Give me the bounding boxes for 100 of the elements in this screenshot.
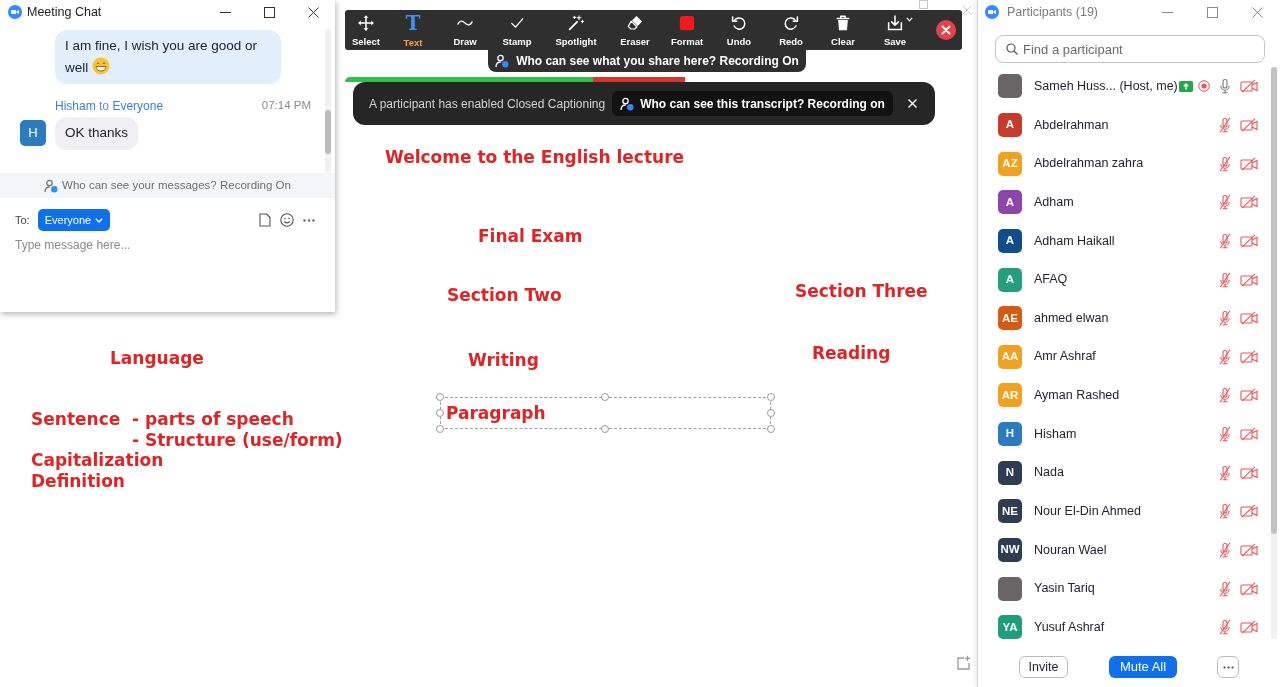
message-text: OK thanks (65, 124, 129, 143)
resize-handle[interactable] (601, 393, 609, 401)
move-arrows-icon (357, 14, 375, 32)
mic-muted-icon[interactable] (1217, 310, 1233, 327)
mic-muted-icon[interactable] (1217, 580, 1233, 597)
smiley-icon[interactable] (280, 213, 294, 227)
camera-off-icon[interactable] (1240, 504, 1258, 519)
footer-button[interactable]: Invite (1019, 656, 1068, 678)
avatar: A (998, 112, 1022, 137)
participant-name: AFAQ (1034, 271, 1068, 289)
mic-muted-icon[interactable] (1217, 426, 1233, 443)
camera-off-icon[interactable] (1240, 620, 1258, 635)
whiteboard-text: Definition (31, 471, 125, 491)
file-icon[interactable] (259, 213, 271, 227)
camera-off-icon[interactable] (1240, 233, 1258, 248)
mic-muted-icon[interactable] (1217, 116, 1233, 133)
more-icon (1222, 665, 1234, 669)
camera-off-icon[interactable] (1240, 427, 1258, 442)
maximize-icon[interactable] (263, 6, 275, 18)
camera-off-icon[interactable] (1240, 543, 1258, 557)
whiteboard-text: Sentence - parts of speech (31, 409, 294, 429)
message-header: Hisham to Everyone (55, 98, 164, 115)
toolbar-button[interactable]: Stamp (491, 10, 543, 50)
camera-off-icon[interactable] (1240, 465, 1258, 480)
mic-muted-icon[interactable] (1217, 271, 1233, 288)
mic-muted-icon[interactable] (1217, 464, 1233, 481)
participant-name: Adham (1034, 193, 1074, 211)
participant-name: Nour El-Din Ahmed (1034, 503, 1141, 520)
participant-name: Amr Ashraf (1034, 348, 1096, 366)
mic-muted-icon[interactable] (1217, 387, 1233, 404)
person-dot-icon (44, 178, 59, 193)
avatar: A (998, 228, 1022, 253)
participant-name: Yusuf Ashraf (1034, 618, 1105, 636)
participant-name: Abdelrahman zahra (1034, 155, 1144, 173)
toolbar-button[interactable]: Format (661, 10, 713, 50)
whiteboard-text: - Structure (use/form) (132, 430, 343, 450)
avatar: NE (998, 499, 1022, 524)
toolbar-button[interactable]: Save (869, 10, 921, 50)
toolbar-button[interactable]: Select (345, 10, 387, 50)
mic-muted-icon[interactable] (1217, 503, 1233, 520)
whiteboard-text: Final Exam (478, 226, 583, 246)
camera-off-icon[interactable] (1240, 311, 1258, 326)
window-title: Meeting Chat (27, 3, 102, 21)
participant-name: Nada (1034, 464, 1064, 482)
message-input[interactable]: Type message here... (15, 235, 315, 255)
close-icon[interactable] (307, 6, 319, 18)
participant-name: Sameh Huss... (Host, me) (1034, 77, 1178, 95)
camera-off-icon[interactable] (1240, 79, 1258, 94)
square-plus-icon[interactable] (955, 655, 971, 671)
privacy-notice[interactable]: Who can see your messages? Recording On (0, 173, 335, 198)
recipient-dropdown[interactable]: Everyone (37, 209, 111, 231)
whiteboard-text: Writing (468, 350, 539, 370)
mic-muted-icon[interactable] (1217, 194, 1233, 211)
whiteboard-text: Welcome to the English lecture (385, 147, 685, 167)
toolbar-button[interactable]: Clear (817, 10, 869, 50)
footer-button[interactable]: Mute All (1109, 656, 1177, 678)
camera-off-icon[interactable] (1240, 195, 1258, 210)
chevron-down-icon (95, 217, 104, 223)
participant-name: Adham Haikall (1034, 232, 1115, 250)
camera-off-icon[interactable] (1240, 388, 1258, 403)
more-icon[interactable] (303, 218, 315, 222)
more-button[interactable] (1217, 656, 1239, 678)
toolbar-button[interactable]: T Text (387, 10, 439, 50)
camera-off-icon[interactable] (1240, 156, 1258, 171)
eraser-icon (626, 14, 644, 32)
mic-muted-icon[interactable] (1217, 542, 1233, 558)
camera-off-icon[interactable] (1240, 272, 1258, 287)
camera-off-icon[interactable] (1240, 581, 1258, 596)
camera-off-icon[interactable] (1240, 349, 1258, 364)
toolbar-button[interactable]: Draw (439, 10, 491, 50)
camera-off-icon[interactable] (1240, 117, 1258, 132)
search-icon (1006, 43, 1018, 55)
mic-muted-icon[interactable] (1217, 348, 1233, 365)
download-icon (885, 14, 904, 32)
resize-handle[interactable] (601, 425, 609, 433)
toolbar-button[interactable]: Eraser (609, 10, 661, 50)
avatar-photo (998, 74, 1022, 99)
transcript-privacy-button[interactable]: Who can see this transcript? Recording on (612, 91, 893, 116)
close-icon[interactable] (936, 20, 956, 40)
search-field[interactable]: Find a participant (995, 35, 1265, 63)
caret-icon (905, 17, 913, 22)
mic-muted-icon[interactable] (1217, 155, 1233, 172)
scrollbar-thumb[interactable] (1271, 67, 1277, 534)
participant-name: Ayman Rashed (1034, 387, 1120, 405)
scrollbar-thumb[interactable] (325, 110, 331, 154)
toolbar-button[interactable]: Redo (765, 10, 817, 50)
toolbar-button[interactable]: Undo (713, 10, 765, 50)
share-privacy-notice[interactable]: Who can see what you share here? Recording On (488, 50, 806, 72)
participant-name: Abdelrahman (1034, 116, 1109, 134)
avatar: AE (998, 306, 1022, 331)
message-text: I am fine, I wish you are good or well (65, 38, 258, 75)
toolbar-button[interactable]: Spotlight (543, 10, 609, 50)
window-title: Participants (19) (1007, 3, 1098, 21)
magic-wand-icon (567, 14, 585, 32)
mic-muted-icon[interactable] (1217, 619, 1233, 636)
mic-icon[interactable] (1217, 78, 1233, 95)
whiteboard-text: Reading (812, 343, 891, 363)
mic-muted-icon[interactable] (1217, 232, 1233, 249)
avatar: AR (998, 383, 1022, 408)
participant-name: Yasin Tariq (1034, 580, 1095, 598)
